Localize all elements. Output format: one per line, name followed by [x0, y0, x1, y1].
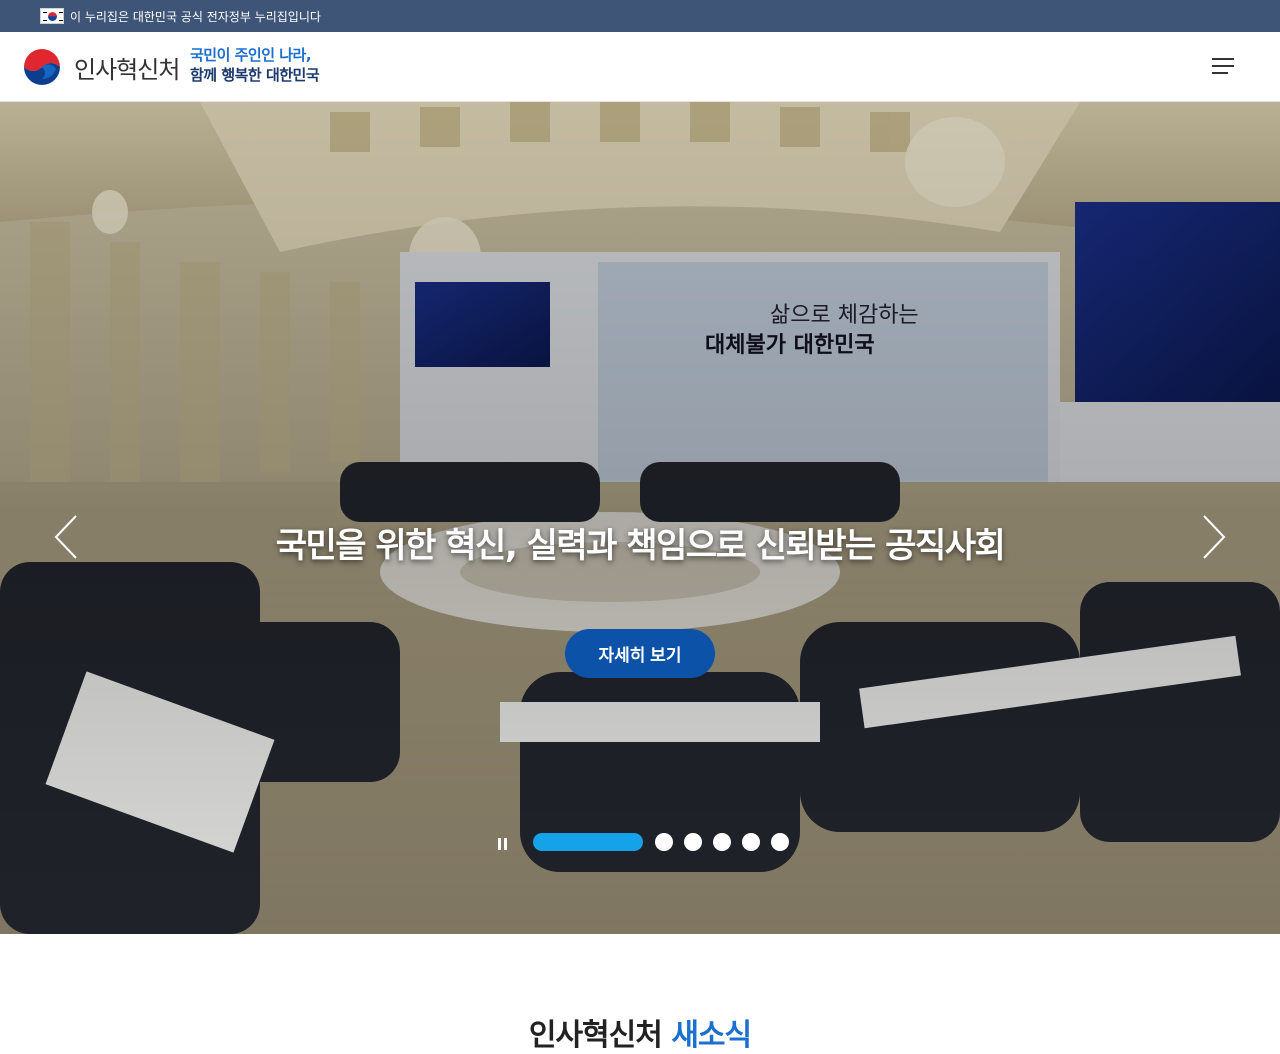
government-emblem-icon — [20, 45, 64, 89]
gov-banner-text: 이 누리집은 대한민국 공식 전자정부 누리집입니다 — [70, 9, 321, 24]
slogan: 국민이 주인인 나라, 함께 행복한 대한민국 — [190, 45, 320, 85]
section-title-part2: 새소식 — [671, 1018, 752, 1053]
section-title-part1: 인사혁신처 — [528, 1018, 663, 1053]
slide-dot-5[interactable] — [742, 833, 760, 851]
news-section-title: 인사혁신처 새소식 — [0, 1010, 1280, 1054]
slide-dot-2[interactable] — [655, 833, 673, 851]
slide-dot-3[interactable] — [684, 833, 702, 851]
slogan-line-1: 국민이 주인인 나라, — [190, 46, 312, 64]
gov-banner: 이 누리집은 대한민국 공식 전자정부 누리집입니다 — [0, 0, 1280, 32]
slide-dot-4[interactable] — [713, 833, 731, 851]
slide-dot-6[interactable] — [771, 833, 789, 851]
site-header: 인사혁신처 국민이 주인인 나라, 함께 행복한 대한민국 — [0, 32, 1280, 102]
slide-dot-1-active[interactable] — [533, 833, 643, 851]
pause-icon[interactable] — [497, 838, 509, 850]
slogan-line-2: 함께 행복한 대한민국 — [190, 66, 320, 84]
menu-button[interactable] — [1212, 56, 1236, 76]
logo-text: 인사혁신처 — [74, 55, 180, 84]
view-details-button[interactable]: 자세히 보기 — [565, 629, 715, 678]
korea-flag-icon — [40, 8, 64, 24]
hero-slider: 삶으로 체감하는 대체불가 대한민국 국민을 위한 혁신, 실력 — [0, 102, 1280, 934]
site-logo[interactable]: 인사혁신처 — [20, 45, 180, 89]
hero-title: 국민을 위한 혁신, 실력과 책임으로 신뢰받는 공직사회 — [275, 526, 1006, 566]
slide-pager — [0, 830, 1280, 854]
